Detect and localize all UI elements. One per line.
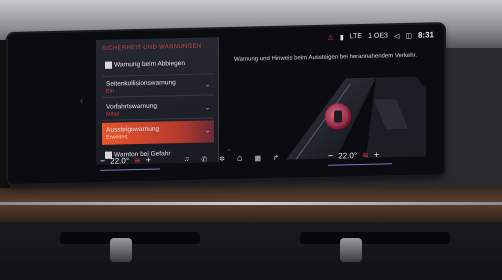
air-vent [300,232,450,244]
temp-increase-button[interactable]: + [146,155,151,165]
menu-item-exit-warning[interactable]: Aussteigswarnung Erweitert ⌄ [102,120,214,145]
vent-knob [110,238,132,262]
music-icon[interactable]: ♫ [184,156,189,164]
temp-decrease-button[interactable]: − [328,151,333,161]
menu-item-label: Aussteigswarnung [106,125,160,134]
network-label: LTE [349,32,363,41]
battery-icon: ▮ [339,33,344,41]
chevron-down-icon: ⌄ [204,82,210,89]
vent-knob [340,238,362,262]
menu-item-side-collision[interactable]: Seitenkollisionswarnung Ein ⌄ [102,74,214,98]
settings-menu: SICHERHEIT UND WARNUNGEN Warnung beim Ab… [96,37,219,166]
checkbox-icon[interactable] [105,61,112,69]
infotainment-screen: ⚠ ▮ LTE 1 OE3 ◁ ◫ 8:31 ‹ SICHERHEIT UND … [8,24,444,185]
menu-item-label: Seitenkollisionswarnung [106,79,176,88]
phone-icon[interactable]: ✆ [201,155,207,163]
right-temperature[interactable]: 22.0° [338,151,357,160]
chevron-down-icon: ⌄ [204,128,210,135]
seat-heat-icon[interactable]: ≋ [362,150,369,159]
menu-item-right-of-way[interactable]: Vorfahrtswarnung Mittel ⌄ [102,97,214,121]
temp-indicator-line [328,163,392,166]
warning-icon: ⚠ [327,34,334,42]
menu-item-value: Erweitert [106,134,128,141]
temp-indicator-line [100,168,160,171]
location-icon: ◁ [393,32,400,40]
info-description: Warnung und Hinweis beim Aussteigen bei … [234,52,417,63]
nav-bar: ♫ ✆ ✲ ⌂ ▦ ↱ [184,153,279,164]
menu-item-turn-warning[interactable]: Warnung beim Abbiegen [102,53,214,77]
clock: 8:31 [417,30,434,40]
temp-decrease-button[interactable]: − [100,156,105,166]
temp-increase-button[interactable]: + [374,150,379,160]
menu-item-label: Warnung beim Abbiegen [114,59,185,69]
climate-right: − 22.0° ≋ + [328,150,379,161]
wifi-icon: ◫ [405,32,412,40]
menu-item-value: Ein [106,88,114,95]
back-arrow-icon[interactable]: ‹ [80,95,83,105]
navigation-icon[interactable]: ↱ [273,154,279,162]
menu-header: SICHERHEIT UND WARNUNGEN [102,43,202,52]
apps-icon[interactable]: ▦ [254,154,261,162]
climate-left: − 22.0° ≋ + [100,155,151,166]
lower-dashboard [0,222,502,280]
chevron-down-icon: ⌄ [204,105,210,112]
home-icon[interactable]: ⌂ [237,153,242,163]
wood-trim [0,188,502,222]
menu-item-value: Mittel [106,111,120,118]
seat-heat-icon[interactable]: ≋ [134,155,141,164]
left-temperature[interactable]: 22.0° [110,156,129,165]
status-bar: ⚠ ▮ LTE 1 OE3 ◁ ◫ 8:31 [328,30,434,41]
menu-item-label: Vorfahrtswarnung [106,102,157,111]
fan-icon[interactable]: ✲ [219,155,225,163]
signal-label: 1 OE3 [368,32,388,40]
climate-bar: − 22.0° ≋ + ♫ ✆ ✲ ⌂ ▦ ↱ − 22.0° ≋ + [8,144,444,184]
